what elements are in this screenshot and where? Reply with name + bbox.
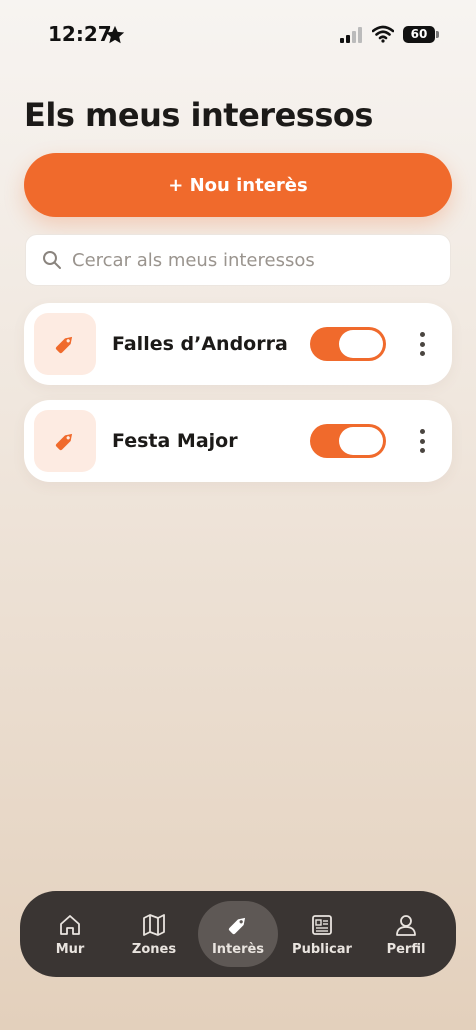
tab-label: Perfil <box>386 941 426 957</box>
battery-cap <box>436 31 439 38</box>
cellular-signal-icon <box>340 27 362 43</box>
tab-mur[interactable]: Mur <box>30 901 110 967</box>
map-icon <box>143 913 165 936</box>
home-icon <box>60 914 80 935</box>
interest-toggle[interactable] <box>310 327 386 361</box>
interest-icon-box <box>34 410 96 472</box>
search-icon <box>43 251 61 269</box>
interest-card[interactable]: Falles d’Andorra <box>24 303 452 385</box>
tab-zones[interactable]: Zones <box>114 901 194 967</box>
tab-perfil[interactable]: Perfil <box>366 901 446 967</box>
tag-icon <box>228 917 246 934</box>
search-input[interactable] <box>72 249 432 271</box>
interest-label: Falles d’Andorra <box>112 333 288 355</box>
tab-label: Zones <box>131 941 177 957</box>
toggle-knob <box>339 427 383 455</box>
more-options-icon[interactable] <box>412 330 432 358</box>
interest-label: Festa Major <box>112 430 238 452</box>
page-title: Els meus interessos <box>24 96 373 134</box>
tab-label: Interès <box>211 941 265 957</box>
interest-toggle[interactable] <box>310 424 386 458</box>
status-time: 12:27 <box>48 22 112 46</box>
search-bar[interactable] <box>25 234 451 286</box>
star-icon <box>105 25 125 44</box>
more-options-icon[interactable] <box>412 427 432 455</box>
battery-indicator: 60 <box>403 26 435 43</box>
tag-icon <box>55 433 73 451</box>
wifi-icon <box>372 25 394 43</box>
newspaper-icon <box>312 914 332 935</box>
tab-publicar[interactable]: Publicar <box>282 901 362 967</box>
tab-label: Mur <box>55 941 85 957</box>
interest-card[interactable]: Festa Major <box>24 400 452 482</box>
bottom-tab-bar: Mur Zones Interès Publicar Perfil <box>20 891 456 977</box>
tab-interes[interactable]: Interès <box>198 901 278 967</box>
interest-icon-box <box>34 313 96 375</box>
tab-label: Publicar <box>292 941 352 957</box>
user-icon <box>396 914 416 936</box>
toggle-knob <box>339 330 383 358</box>
status-bar: 12:27 60 <box>0 0 476 70</box>
tag-icon <box>55 336 73 354</box>
new-interest-button[interactable]: + Nou interès <box>24 153 452 217</box>
